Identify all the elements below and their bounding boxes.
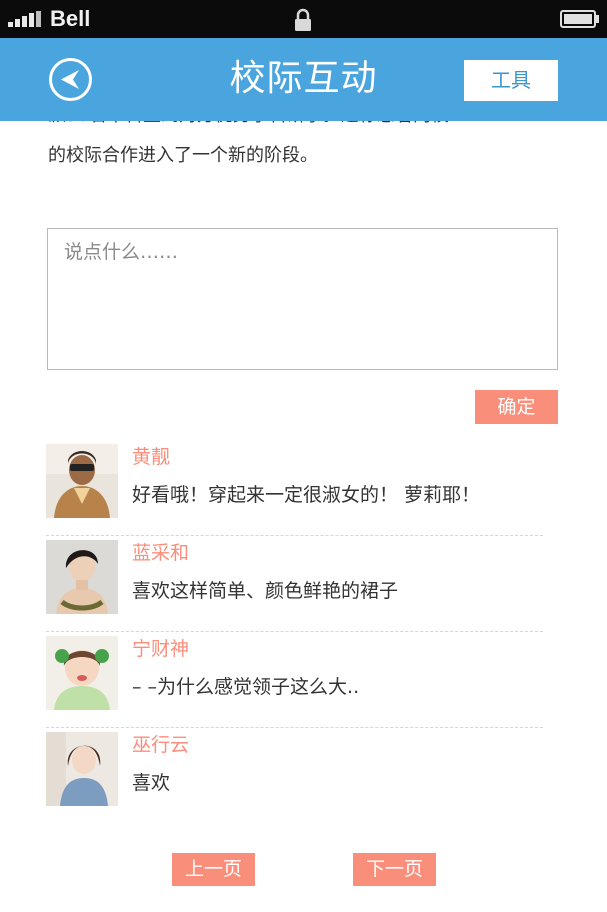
back-button[interactable] [49, 58, 92, 101]
comment-author[interactable]: 蓝采和 [132, 540, 189, 566]
tools-button[interactable]: 工具 [464, 60, 558, 101]
confirm-button[interactable]: 确定 [475, 390, 558, 424]
avatar [46, 636, 118, 710]
comment-text: 喜欢 [132, 772, 171, 794]
page-title: 校际互动 [229, 58, 378, 99]
comment-text: 好看哦！穿起来一定很淑女的！ 萝莉耶！ [132, 484, 481, 506]
prev-page-button[interactable]: 上一页 [172, 853, 255, 886]
comment-item: 宁财神 – –为什么感觉领子这么大.. [46, 632, 543, 728]
comment-input[interactable] [47, 228, 558, 370]
avatar [46, 444, 118, 518]
next-page-button[interactable]: 下一页 [353, 853, 436, 886]
article-last-line: 的校际合作进入了一个新的阶段。 [48, 145, 318, 166]
carrier-name: Bell [50, 6, 91, 31]
battery-icon [560, 10, 600, 28]
comment-author[interactable]: 巫行云 [132, 732, 189, 758]
avatar [46, 540, 118, 614]
comment-item: 蓝采和 喜欢这样简单、颜色鲜艳的裙子 [46, 536, 543, 632]
signal-icon [8, 11, 48, 27]
status-bar: Bell [0, 0, 607, 38]
comment-text: 喜欢这样简单、颜色鲜艳的裙子 [132, 580, 399, 602]
comment-item: 黄靓 好看哦！穿起来一定很淑女的！ 萝莉耶！ [46, 440, 543, 536]
comment-item: 巫行云 喜欢 [46, 728, 543, 824]
comment-text: – –为什么感觉领子这么大.. [132, 676, 360, 698]
comment-author[interactable]: 宁财神 [132, 636, 189, 662]
lock-icon [293, 8, 313, 32]
back-arrow-icon [61, 70, 79, 89]
avatar [46, 732, 118, 806]
comment-author[interactable]: 黄靓 [132, 444, 170, 470]
app-header: 校际互动 工具 [0, 38, 607, 121]
comment-list: 黄靓 好看哦！穿起来一定很淑女的！ 萝莉耶！ 蓝采和 喜欢这样简单、颜色鲜艳的裙… [46, 440, 543, 824]
